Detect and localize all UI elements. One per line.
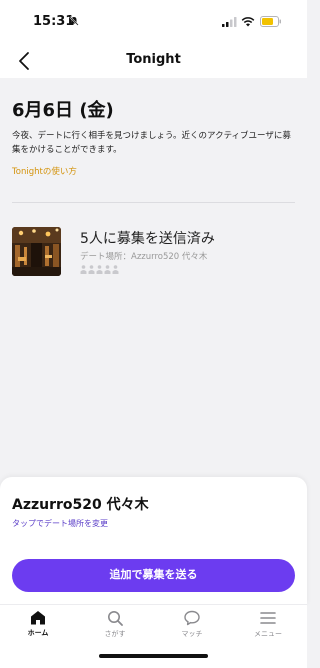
person-icon xyxy=(80,265,87,274)
tab-home[interactable]: ホーム xyxy=(8,610,68,638)
person-icon xyxy=(88,265,95,274)
chat-bubble-icon xyxy=(184,610,200,626)
wifi-icon xyxy=(241,17,255,27)
venue-sheet: Azzurro520 代々木 タップでデート場所を変更 追加で募集を送る xyxy=(0,477,307,604)
tab-label: さがす xyxy=(104,630,126,638)
tab-bar: ホーム さがす マッチ メニュー xyxy=(0,604,307,668)
send-more-button[interactable]: 追加で募集を送る xyxy=(12,559,295,592)
tab-label: メニュー xyxy=(254,630,282,638)
home-icon xyxy=(31,611,45,625)
home-indicator xyxy=(99,654,208,658)
recipients-row xyxy=(80,265,119,274)
sent-invitation-card[interactable]: 5人に募集を送信済み デート場所：Azzurro520 代々木 xyxy=(12,227,295,279)
bell-muted-icon xyxy=(69,16,79,26)
battery-icon xyxy=(260,16,281,27)
tab-label: マッチ xyxy=(181,630,203,638)
person-icon xyxy=(96,265,103,274)
venue-line: デート場所：Azzurro520 代々木 xyxy=(80,252,208,262)
tab-search[interactable]: さがす xyxy=(85,610,145,639)
howto-link[interactable]: Tonightの使い方 xyxy=(12,165,77,177)
description-text: 今夜、デートに行く相手を見つけましょう。近くのアクティブユーザに募集をかけること… xyxy=(12,131,291,155)
sent-count-title: 5人に募集を送信済み xyxy=(80,231,215,247)
menu-icon xyxy=(260,612,276,624)
page-title: Tonight xyxy=(126,52,181,67)
status-bar: 15:31 xyxy=(0,0,307,44)
tab-label: ホーム xyxy=(27,629,49,637)
person-icon xyxy=(112,265,119,274)
sheet-venue-name: Azzurro520 代々木 xyxy=(12,497,149,513)
change-venue-link[interactable]: タップでデート場所を変更 xyxy=(12,518,108,529)
tab-menu[interactable]: メニュー xyxy=(238,610,298,639)
cellular-signal-icon xyxy=(222,17,237,27)
divider xyxy=(12,202,295,203)
search-icon xyxy=(108,611,123,626)
date-heading: 6月6日 (金) xyxy=(12,100,114,121)
tab-match[interactable]: マッチ xyxy=(162,610,222,639)
nav-bar: Tonight xyxy=(0,44,307,78)
person-icon xyxy=(104,265,111,274)
venue-photo xyxy=(12,227,61,276)
